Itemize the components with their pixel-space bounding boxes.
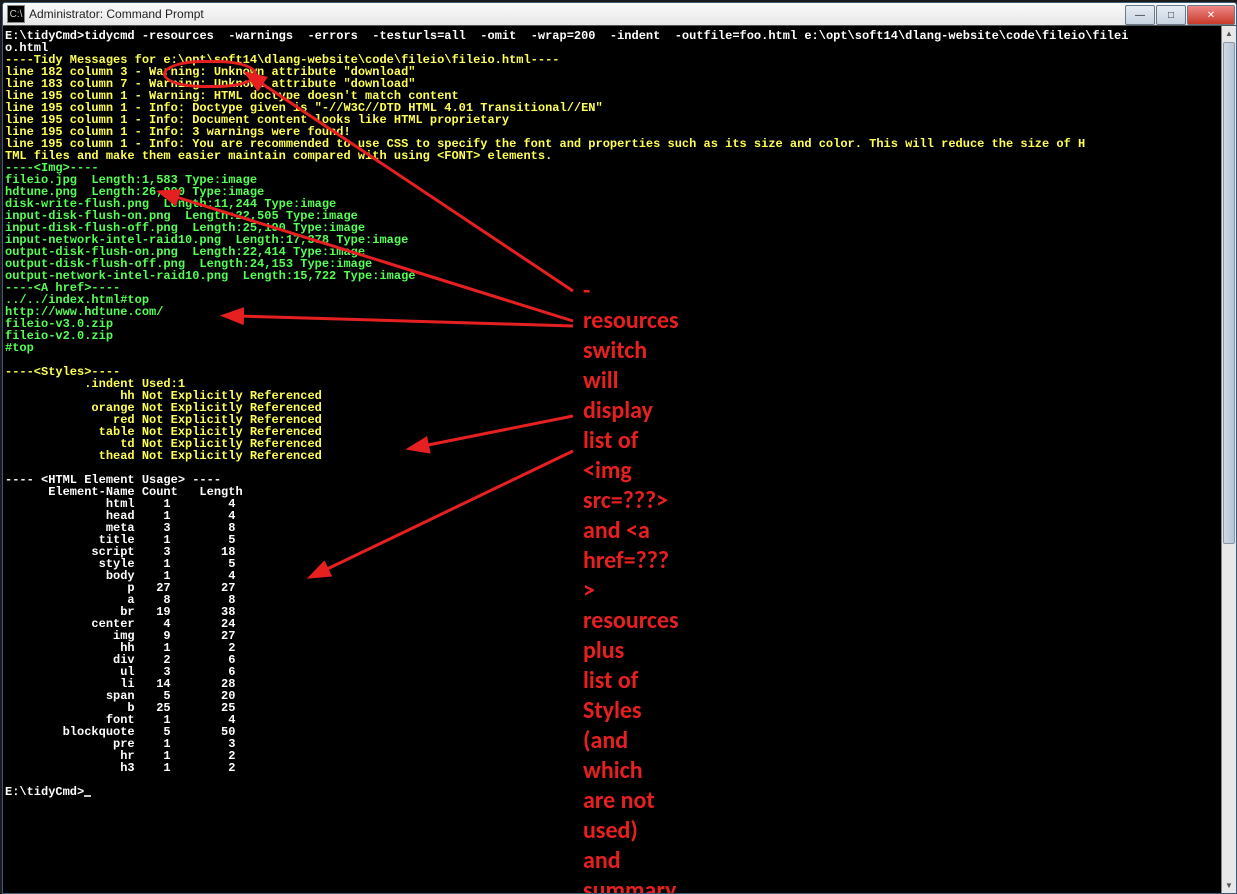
close-button[interactable]: ✕ [1187, 5, 1235, 25]
command-prompt-window: C:\ Administrator: Command Prompt — □ ✕ … [2, 2, 1237, 894]
window-title: Administrator: Command Prompt [29, 7, 1125, 21]
scrollbar[interactable]: ▲ ▼ [1221, 26, 1236, 893]
titlebar[interactable]: C:\ Administrator: Command Prompt — □ ✕ [3, 3, 1236, 26]
scroll-thumb[interactable] [1223, 42, 1235, 544]
window-buttons: — □ ✕ [1125, 4, 1236, 24]
terminal-output[interactable]: E:\tidyCmd>tidycmd -resources -warnings … [3, 26, 1222, 893]
scroll-down-icon[interactable]: ▼ [1222, 878, 1236, 893]
cursor [84, 795, 91, 797]
maximize-button[interactable]: □ [1156, 5, 1186, 25]
prompt: E:\tidyCmd> [5, 785, 84, 799]
scroll-up-icon[interactable]: ▲ [1222, 26, 1236, 41]
minimize-button[interactable]: — [1125, 5, 1155, 25]
cmd-icon: C:\ [7, 5, 25, 23]
